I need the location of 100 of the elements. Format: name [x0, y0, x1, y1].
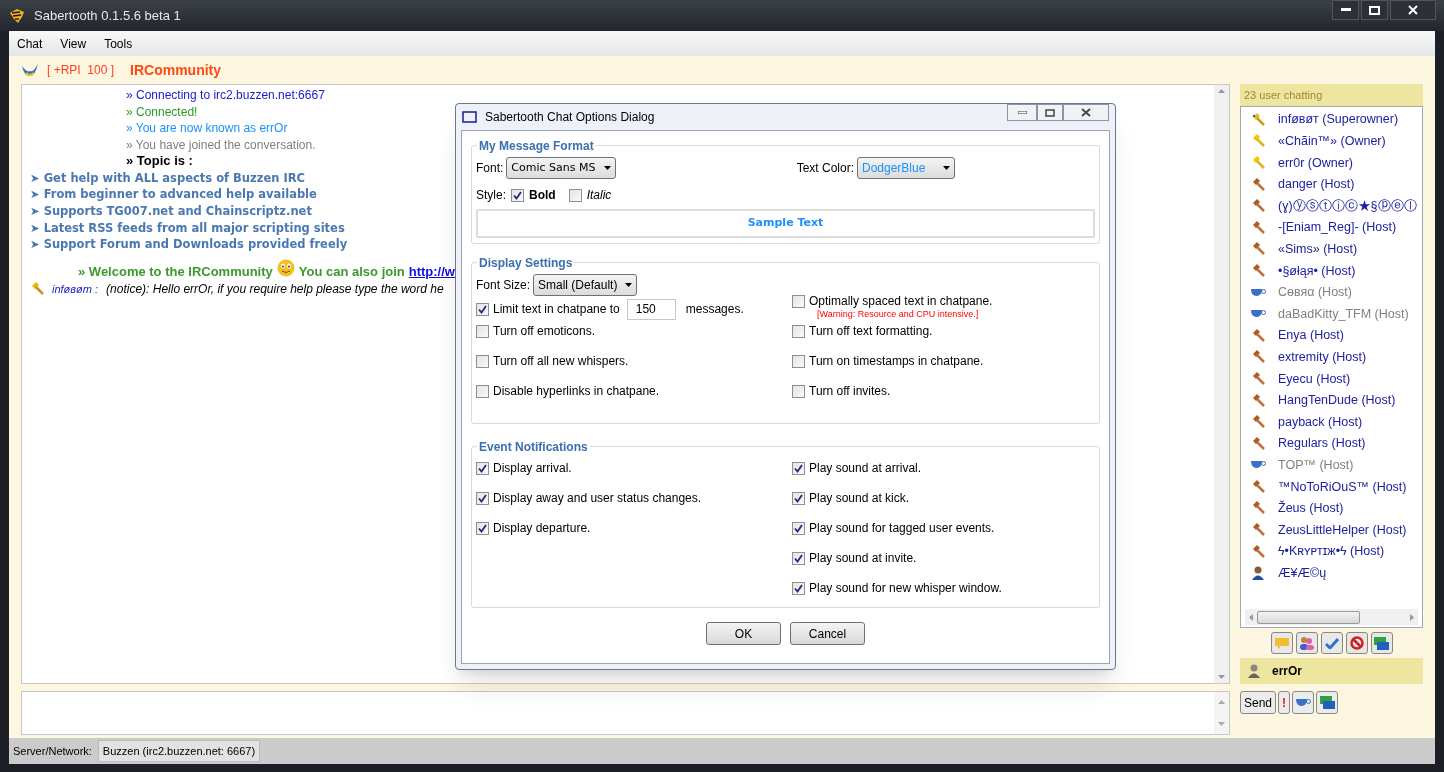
- checkbox[interactable]: [511, 188, 524, 202]
- checkbox[interactable]: [792, 325, 805, 338]
- check-button[interactable]: [1320, 632, 1343, 654]
- menu-item[interactable]: View: [60, 34, 87, 53]
- checkbox[interactable]: [476, 355, 489, 368]
- scroll-up-icon: [1218, 700, 1225, 704]
- maximize-icon: [1045, 108, 1055, 117]
- user-list-item[interactable]: HangTenDude (Host): [1241, 389, 1422, 412]
- alert-button[interactable]: !: [1278, 691, 1291, 714]
- hammer-icon: [30, 282, 44, 297]
- user-list-item[interactable]: Сөвяα (Host): [1241, 281, 1422, 304]
- hammer-icon: [1251, 501, 1266, 516]
- hammer-icon: [1251, 177, 1266, 192]
- checkbox[interactable]: [476, 325, 489, 338]
- server-value: Buzzen (irc2.buzzen.net: 6667): [97, 739, 261, 763]
- user-list-item[interactable]: «Sims» (Host): [1241, 238, 1422, 261]
- hammer-icon: [1251, 242, 1266, 257]
- current-user-name: errOr: [1272, 663, 1303, 680]
- message-input[interactable]: [21, 691, 1230, 735]
- block-button[interactable]: [1345, 632, 1368, 654]
- checkbox[interactable]: [792, 492, 805, 505]
- font-dropdown[interactable]: Comic Sans MS: [506, 157, 617, 179]
- hammer-icon: [1251, 199, 1266, 214]
- user-list-item[interactable]: Žeus (Host): [1241, 497, 1422, 520]
- checkbox[interactable]: [792, 582, 805, 595]
- checkbox[interactable]: [792, 522, 805, 535]
- checkbox[interactable]: [568, 188, 582, 202]
- checkbox-label: Limit text in chatpane to: [493, 301, 620, 318]
- user-list-item[interactable]: ϟ•Kʀʏᴘᴛɪж•ϟ (Host): [1241, 540, 1422, 563]
- away-button[interactable]: [1292, 691, 1315, 714]
- user-list-item[interactable]: inføвøт (Superowner): [1241, 109, 1422, 131]
- checkbox[interactable]: [792, 385, 805, 398]
- scrollbar-thumb[interactable]: [1257, 610, 1360, 624]
- user-list-item[interactable]: -[Eniam_Reg]- (Host): [1241, 216, 1422, 239]
- checkbox[interactable]: [476, 462, 489, 475]
- user-list-item[interactable]: Eyecu (Host): [1241, 368, 1422, 390]
- welcome-message: You can also join: [298, 263, 405, 280]
- maximize-button[interactable]: [1361, 0, 1388, 20]
- checkbox[interactable]: [792, 295, 805, 308]
- hammer-icon: [1251, 156, 1266, 170]
- user-list-item[interactable]: ™NoToRiOuS™ (Host): [1241, 476, 1422, 498]
- send-button[interactable]: Send: [1240, 691, 1277, 714]
- menu-item[interactable]: Chat: [17, 34, 43, 53]
- user-list-item[interactable]: Æ¥Æ©ų: [1241, 562, 1422, 585]
- checkbox-label: Display away and user status changes.: [493, 492, 702, 505]
- topic-line: ➤ Support Forum and Downloads provided freely: [30, 236, 348, 253]
- checkbox[interactable]: [476, 302, 489, 316]
- user-list-item[interactable]: (ɣ)ⓨⓢⓣⓘⓒ★§ⓟⓔⓛ: [1241, 195, 1422, 217]
- checkmark-icon: [1324, 637, 1339, 649]
- checkbox[interactable]: [792, 355, 805, 368]
- hammer-icon: [1251, 415, 1266, 430]
- message-limit-field[interactable]: 150: [626, 298, 676, 320]
- user-list-item[interactable]: extremity (Host): [1241, 346, 1422, 369]
- whisper-button[interactable]: [1270, 632, 1293, 654]
- close-button[interactable]: [1063, 104, 1109, 121]
- user-list-item[interactable]: danger (Host): [1241, 173, 1422, 196]
- link[interactable]: http://w: [408, 263, 455, 280]
- user-list-item[interactable]: daBadKitty_TFM (Host): [1241, 303, 1422, 325]
- user-list-item[interactable]: Enya (Host): [1241, 324, 1422, 347]
- topic-line: ➤ Supports TG007.net and Chainscriptz.net: [30, 202, 312, 220]
- close-button[interactable]: [1390, 0, 1436, 20]
- topic-line: ➤ Latest RSS feeds from all major scripting sites: [30, 219, 345, 237]
- hammer-icon: [1251, 350, 1266, 365]
- user-list-item[interactable]: •§øłąя• (Host): [1241, 260, 1422, 282]
- dialog-button[interactable]: OK: [706, 622, 781, 645]
- field-label: Font Size:: [476, 277, 531, 294]
- users-button[interactable]: [1295, 632, 1318, 654]
- user-list-item[interactable]: err0r (Owner): [1241, 152, 1422, 174]
- menu-item[interactable]: Tools: [104, 34, 133, 53]
- hammer-icon: [1251, 112, 1266, 127]
- checkbox[interactable]: [476, 522, 489, 535]
- user-list-item[interactable]: Regulars (Host): [1241, 432, 1422, 455]
- user-list-item[interactable]: payback (Host): [1241, 411, 1422, 433]
- nickname: inføвøт :: [52, 282, 99, 297]
- checkbox[interactable]: [476, 385, 489, 398]
- minimize-icon: [1017, 111, 1027, 114]
- people-icon: [1299, 636, 1314, 650]
- checkbox[interactable]: [792, 552, 805, 565]
- user-icon: [1251, 566, 1266, 581]
- vertical-scrollbar[interactable]: [1214, 85, 1229, 683]
- hammer-icon: [1251, 544, 1266, 559]
- checkbox-label: Play sound for new whisper window.: [809, 582, 1002, 595]
- user-list-item[interactable]: ZeusLittleHelper (Host): [1241, 519, 1422, 541]
- horizontal-scrollbar[interactable]: [1245, 609, 1418, 625]
- hammer-icon: [1251, 134, 1266, 149]
- checkbox[interactable]: [792, 462, 805, 475]
- status-label: Server/Network:: [13, 743, 92, 759]
- room-name: IRCommunity: [130, 60, 222, 80]
- checkbox-label: Play sound for tagged user events.: [809, 522, 995, 535]
- user-list-item[interactable]: «Chãin™» (Owner): [1241, 130, 1422, 153]
- dialog-button[interactable]: Cancel: [790, 622, 865, 645]
- chat-button[interactable]: [1370, 632, 1393, 654]
- minimize-button[interactable]: [1332, 0, 1359, 20]
- close-icon: [1081, 108, 1091, 117]
- checkbox-label: Optimally spaced text in chatpane.: [809, 295, 993, 308]
- checkbox[interactable]: [476, 492, 489, 505]
- chat-button[interactable]: [1316, 691, 1339, 714]
- user-list-item[interactable]: TOP™ (Host): [1241, 454, 1422, 477]
- sample-text: Sample Text: [747, 215, 824, 232]
- font-size-dropdown[interactable]: Small (Default): [533, 274, 638, 296]
